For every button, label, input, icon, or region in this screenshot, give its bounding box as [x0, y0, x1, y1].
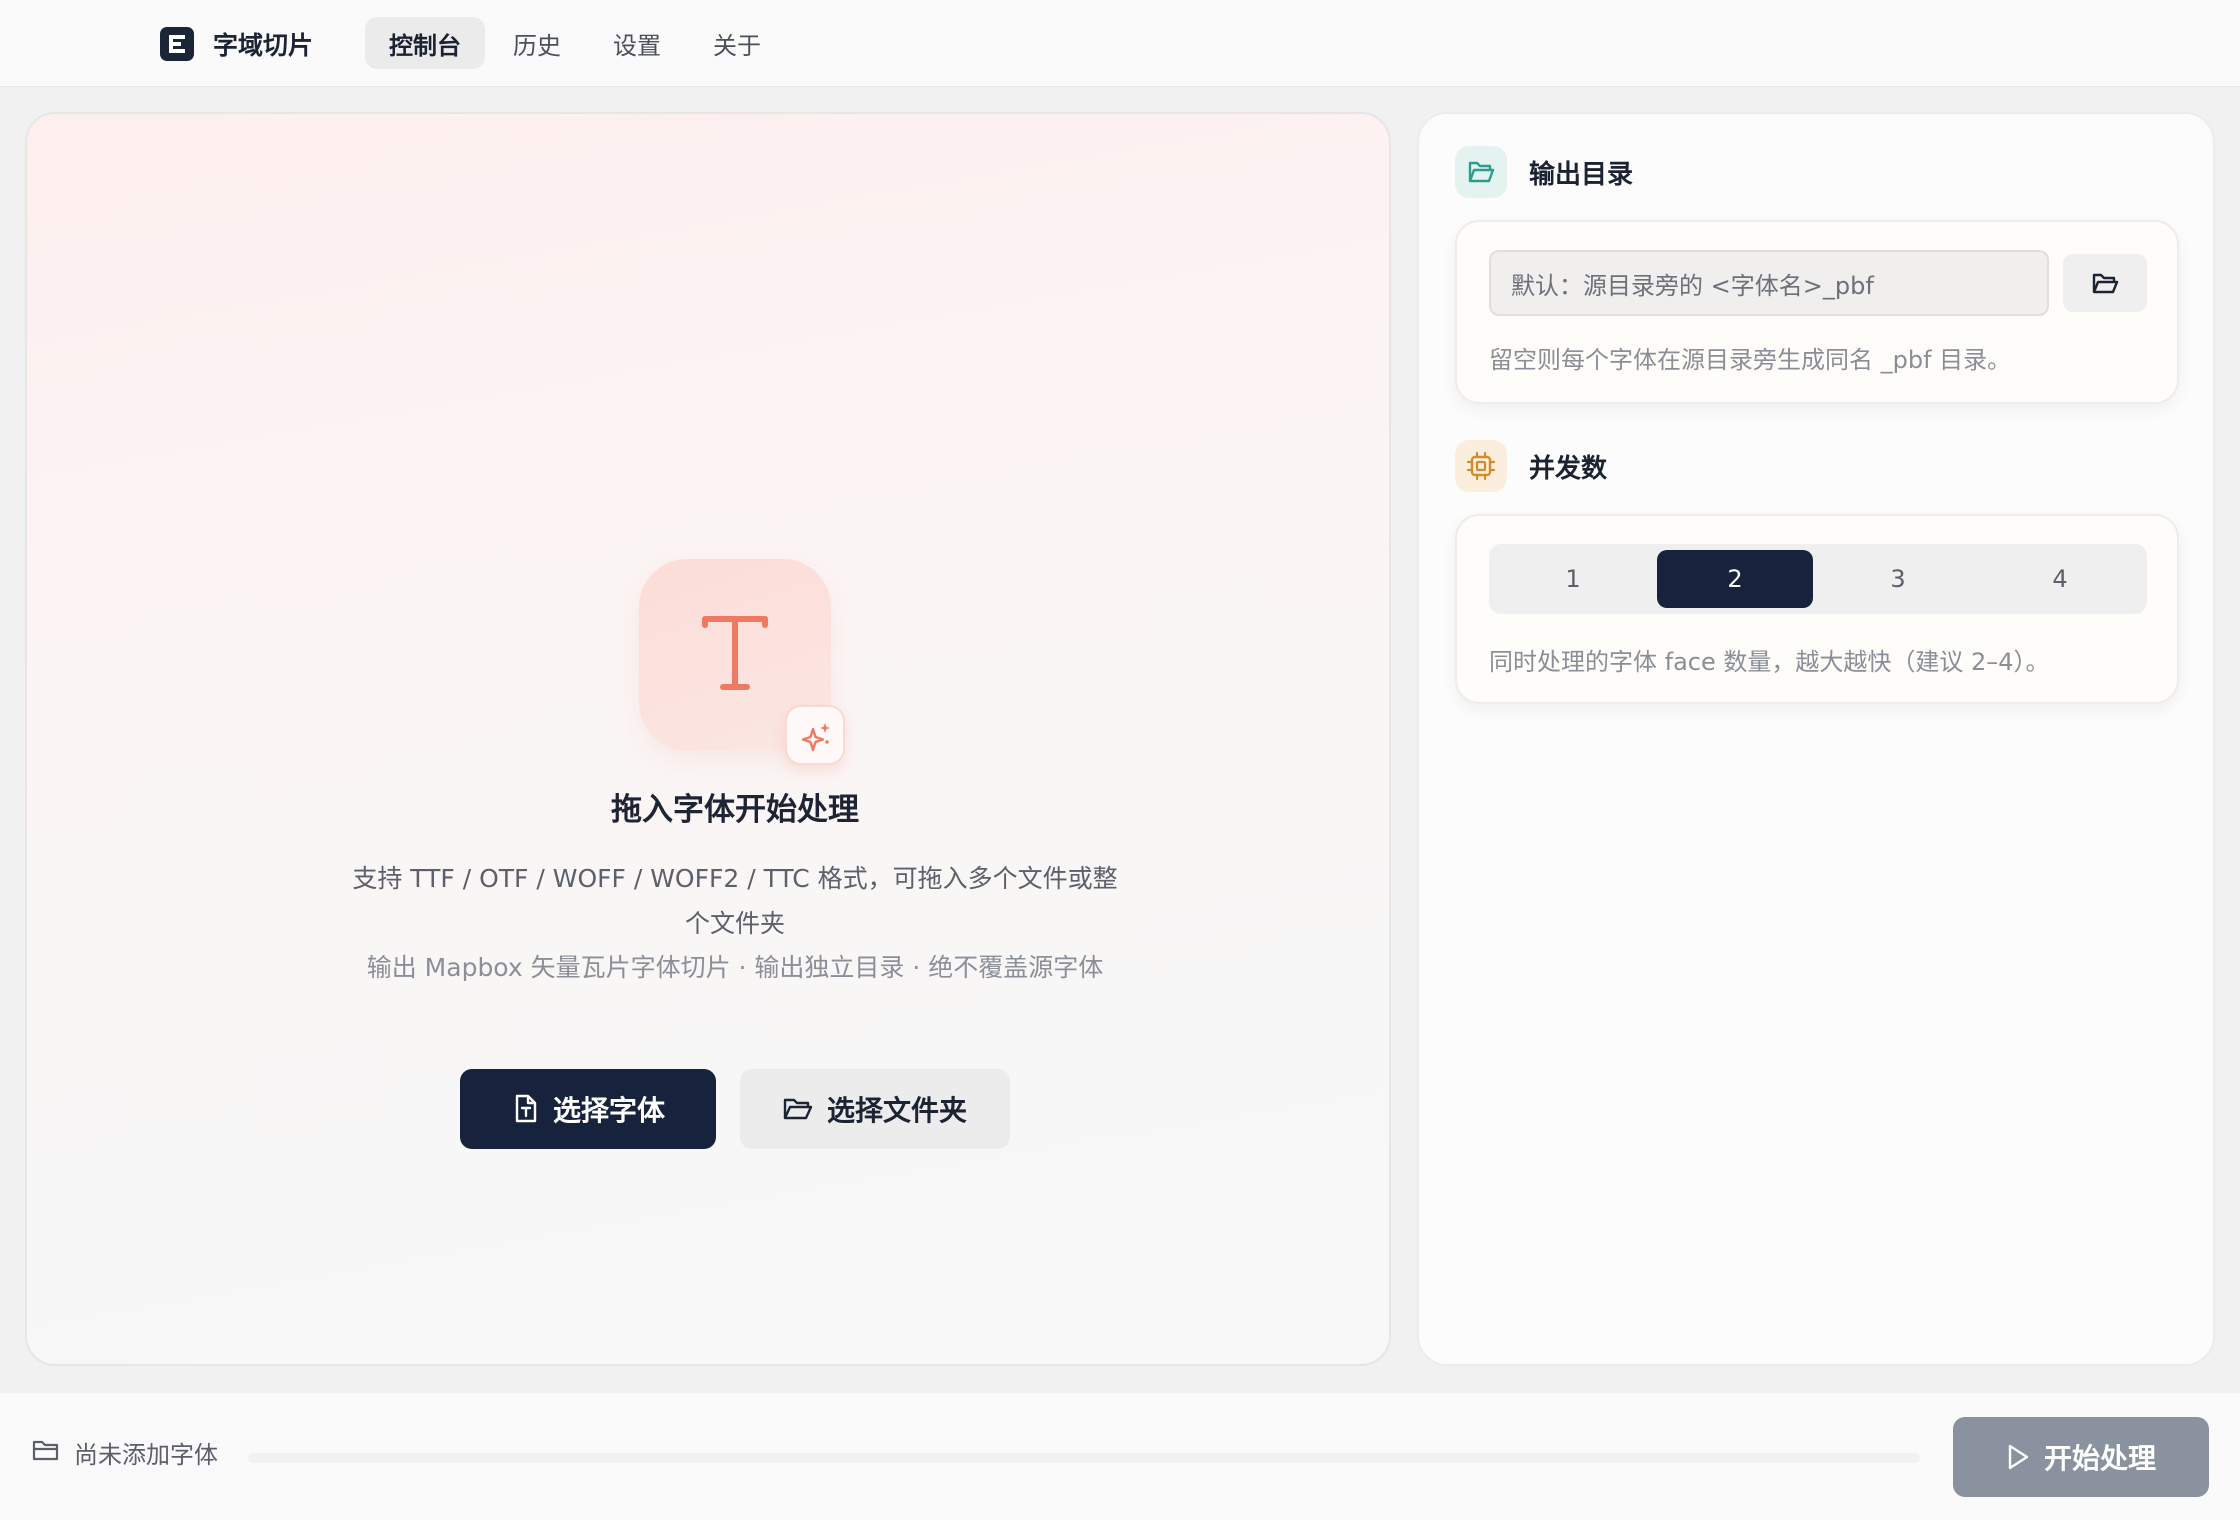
play-icon: [2006, 1443, 2030, 1471]
select-fonts-button[interactable]: 选择字体: [460, 1069, 716, 1149]
nav-tab-history[interactable]: 历史: [489, 17, 585, 69]
output-dir-hint: 留空则每个字体在源目录旁生成同名 _pbf 目录。: [1489, 346, 2012, 374]
app-name: 字域切片: [213, 31, 314, 60]
folder-open-icon: [783, 1096, 813, 1122]
dropzone-description: 支持 TTF / OTF / WOFF / WOFF2 / TTC 格式，可拖入…: [352, 864, 1118, 938]
brand: 字域切片: [160, 26, 313, 62]
footer-status-text: 尚未添加字体: [74, 1441, 218, 1469]
output-dir-title: 输出目录: [1529, 159, 1634, 190]
concurrency-header: 并发数: [1455, 440, 1607, 492]
dropzone-note: 输出 Mapbox 矢量瓦片字体切片 · 输出独立目录 · 绝不覆盖源字体: [366, 953, 1104, 982]
concurrency-hint: 同时处理的字体 face 数量，越大越快（建议 2–4）。: [1489, 648, 2050, 676]
concurrency-title: 并发数: [1529, 453, 1608, 484]
output-dir-input[interactable]: 默认：源目录旁的 <字体名>_pbf: [1489, 250, 2049, 316]
dropzone-title: 拖入字体开始处理: [611, 792, 859, 828]
app-logo-icon: [160, 27, 194, 61]
file-font-icon: [511, 1094, 539, 1124]
concurrency-option-3[interactable]: 3: [1820, 550, 1976, 608]
folder-icon: [32, 1439, 60, 1467]
select-folder-button[interactable]: 选择文件夹: [740, 1069, 1010, 1149]
main-nav: 控制台 历史 设置 关于: [365, 17, 789, 69]
top-navigation-bar: 字域切片 控制台 历史 设置 关于: [0, 0, 2240, 87]
sparkles-icon: [785, 705, 845, 765]
nav-tab-about[interactable]: 关于: [689, 17, 785, 69]
concurrency-option-2[interactable]: 2: [1657, 550, 1813, 608]
font-dropzone[interactable]: 拖入字体开始处理 支持 TTF / OTF / WOFF / WOFF2 / T…: [25, 112, 1391, 1366]
nav-tab-settings[interactable]: 设置: [589, 17, 685, 69]
start-processing-button[interactable]: 开始处理: [1953, 1417, 2209, 1497]
cpu-chip-icon: [1455, 440, 1507, 492]
progress-bar: [248, 1453, 1920, 1463]
concurrency-option-4[interactable]: 4: [1982, 550, 2138, 608]
start-processing-label: 开始处理: [2043, 1442, 2156, 1475]
select-folder-label: 选择文件夹: [826, 1094, 967, 1127]
concurrency-card: 1 2 3 4 同时处理的字体 face 数量，越大越快（建议 2–4）。: [1455, 514, 2179, 704]
browse-output-dir-button[interactable]: [2063, 254, 2147, 312]
output-dir-header: 输出目录: [1455, 146, 1633, 198]
folder-open-icon: [1455, 146, 1507, 198]
folder-open-icon: [2092, 273, 2119, 294]
settings-panel: 输出目录 默认：源目录旁的 <字体名>_pbf 留空则每个字体在源目录旁生成同名…: [1417, 112, 2215, 1366]
nav-tab-dashboard[interactable]: 控制台: [365, 17, 485, 69]
concurrency-segmented-control: 1 2 3 4: [1489, 544, 2147, 614]
output-dir-card: 默认：源目录旁的 <字体名>_pbf 留空则每个字体在源目录旁生成同名 _pbf…: [1455, 220, 2179, 404]
footer-bar: 尚未添加字体 开始处理: [0, 1393, 2240, 1520]
select-fonts-label: 选择字体: [552, 1094, 665, 1127]
footer-status: 尚未添加字体: [32, 1435, 218, 1470]
concurrency-option-1[interactable]: 1: [1495, 550, 1651, 608]
